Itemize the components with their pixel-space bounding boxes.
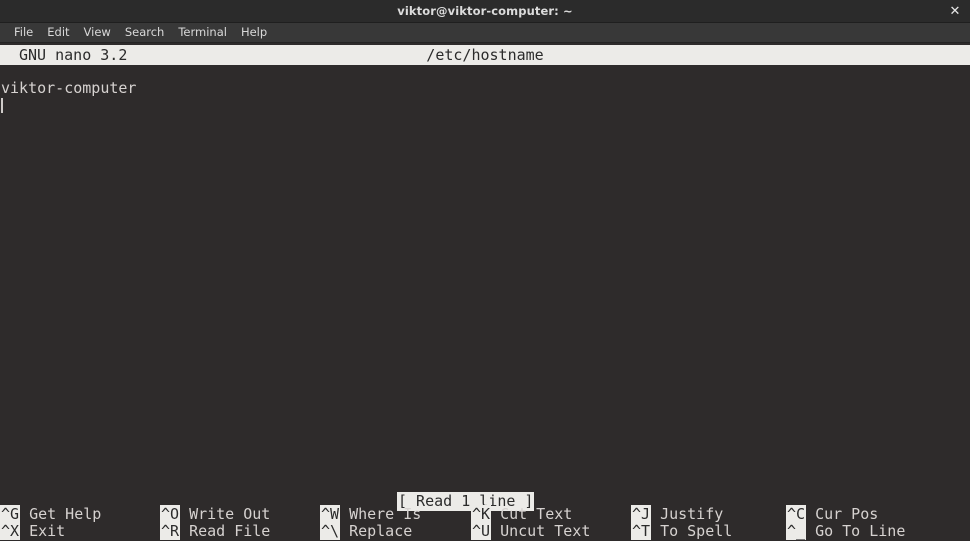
menubar: File Edit View Search Terminal Help [0,23,970,43]
shortcut-label: Where Is [349,505,422,523]
shortcut-key: ^X [0,522,21,540]
text-cursor [1,98,3,113]
shortcut-get-help[interactable]: ^G Get Help [0,505,101,523]
shortcut-cur-pos[interactable]: ^C Cur Pos [786,505,878,523]
shortcut-exit[interactable]: ^X Exit [0,522,65,540]
shortcut-cut-text[interactable]: ^K Cut Text [471,505,572,523]
shortcut-read-file[interactable]: ^R Read File [160,522,270,540]
nano-shortcut-bar: ^G Get Help ^O Write Out ^W Where Is ^K … [0,505,970,541]
menu-item-terminal[interactable]: Terminal [171,24,234,41]
shortcut-key: ^K [471,505,492,523]
close-icon[interactable]: ✕ [947,3,963,19]
nano-header-bar: GNU nano 3.2 /etc/hostname [0,45,970,65]
shortcut-uncut-text[interactable]: ^U Uncut Text [471,522,590,540]
shortcut-go-to-line[interactable]: ^_ Go To Line [786,522,905,540]
shortcut-key: ^\ [320,522,341,540]
shortcut-label: To Spell [660,522,733,540]
shortcut-key: ^T [631,522,652,540]
shortcut-label: Justify [660,505,724,523]
shortcut-key: ^J [631,505,652,523]
shortcut-where-is[interactable]: ^W Where Is [320,505,421,523]
shortcut-label: Write Out [189,505,271,523]
shortcut-key: ^W [320,505,341,523]
shortcut-replace[interactable]: ^\ Replace [320,522,412,540]
nano-filename-label: /etc/hostname [426,46,544,64]
terminal-screen[interactable]: GNU nano 3.2 /etc/hostname viktor-comput… [0,43,970,541]
nano-text-buffer[interactable]: viktor-computer [0,79,970,115]
window-title: viktor@viktor-computer: ~ [397,4,573,18]
menu-item-help[interactable]: Help [234,24,274,41]
menu-item-search[interactable]: Search [118,24,172,41]
shortcut-row-2: ^X Exit ^R Read File ^\ Replace ^U Uncut… [0,522,970,540]
shortcut-key: ^U [471,522,492,540]
shortcut-label: Uncut Text [500,522,591,540]
shortcut-key: ^_ [786,522,807,540]
shortcut-label: Replace [349,522,413,540]
shortcut-to-spell[interactable]: ^T To Spell [631,522,732,540]
shortcut-label: Cut Text [500,505,573,523]
shortcut-label: Cur Pos [815,505,879,523]
shortcut-key: ^G [0,505,21,523]
shortcut-row-1: ^G Get Help ^O Write Out ^W Where Is ^K … [0,505,970,523]
shortcut-key: ^R [160,522,181,540]
window-titlebar: viktor@viktor-computer: ~ ✕ [0,0,970,23]
shortcut-label: Exit [29,522,66,540]
shortcut-key: ^O [160,505,181,523]
menu-item-file[interactable]: File [7,24,40,41]
shortcut-label: Get Help [29,505,102,523]
shortcut-key: ^C [786,505,807,523]
menu-item-edit[interactable]: Edit [40,24,76,41]
cursor-line [0,97,970,115]
menu-item-view[interactable]: View [77,24,118,41]
shortcut-label: Read File [189,522,271,540]
shortcut-justify[interactable]: ^J Justify [631,505,723,523]
shortcut-write-out[interactable]: ^O Write Out [160,505,270,523]
terminal-window: viktor@viktor-computer: ~ ✕ File Edit Vi… [0,0,970,541]
shortcut-label: Go To Line [815,522,906,540]
buffer-line: viktor-computer [1,79,137,97]
